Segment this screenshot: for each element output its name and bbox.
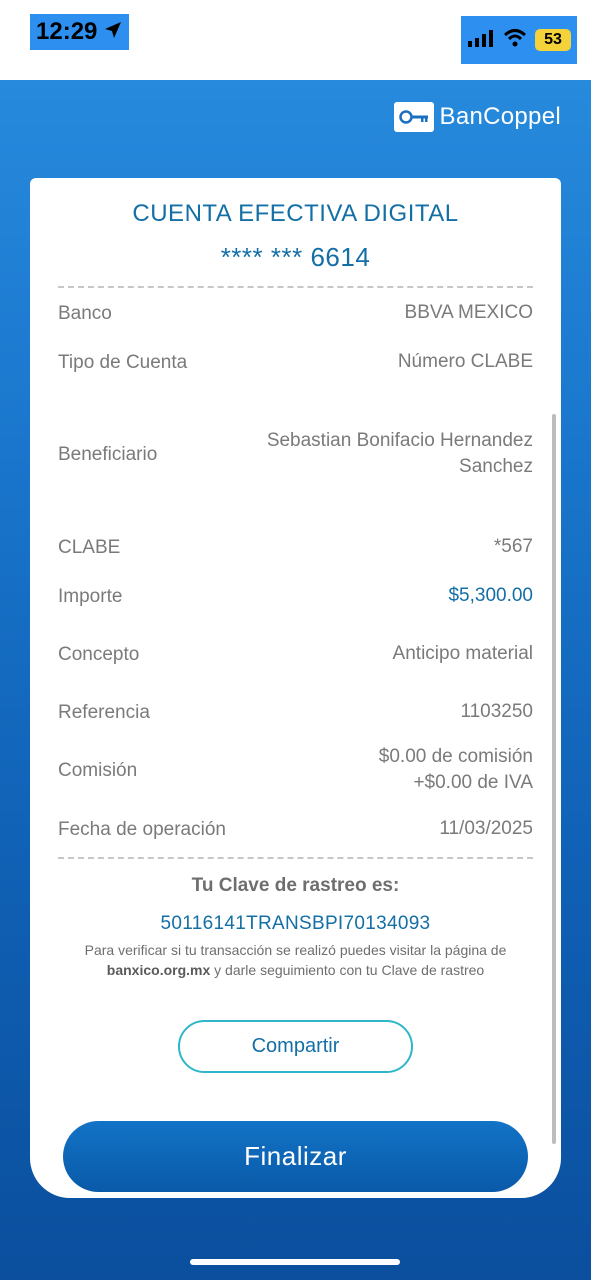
divider-bottom xyxy=(58,857,533,859)
account-type-title: CUENTA EFECTIVA DIGITAL xyxy=(132,200,459,227)
concept-label: Concepto xyxy=(58,644,140,665)
location-arrow-icon xyxy=(103,20,123,45)
brand-name: BanCoppel xyxy=(439,103,561,130)
account-type-label: Tipo de Cuenta xyxy=(58,352,188,373)
status-time: 12:29 xyxy=(36,18,98,45)
beneficiary-label: Beneficiario xyxy=(58,444,158,465)
bank-value: BBVA MEXICO xyxy=(404,302,533,323)
amount-value: $5,300.00 xyxy=(448,585,533,606)
key-icon xyxy=(393,102,434,132)
amount-label: Importe xyxy=(58,586,123,607)
bancoppel-logo: BanCoppel xyxy=(393,100,561,134)
beneficiary-value-line1: Sebastian Bonifacio Hernandez xyxy=(266,430,533,451)
commission-value-line1: $0.00 de comisión xyxy=(378,746,533,767)
bank-label: Banco xyxy=(58,303,112,324)
banxico-link[interactable]: banxico.org.mx xyxy=(107,962,210,978)
receipt-card: CUENTA EFECTIVA DIGITAL **** *** 6614 Ba… xyxy=(30,178,561,1198)
clabe-label: CLABE xyxy=(58,537,121,558)
verify-text-part2: y darle seguimiento con tu Clave de rast… xyxy=(210,962,485,978)
scrollbar[interactable] xyxy=(552,414,556,1144)
operation-date-value: 11/03/2025 xyxy=(439,818,533,839)
tracking-key-title: Tu Clave de rastreo es: xyxy=(191,875,400,896)
verify-text-part1: Para verificar si tu transacción se real… xyxy=(84,942,507,958)
battery-indicator: 53 xyxy=(535,29,571,51)
status-bar: 12:29 53 xyxy=(0,0,591,80)
share-button[interactable]: Compartir xyxy=(178,1020,413,1073)
beneficiary-value: Sebastian Bonifacio Hernandez Sanchez xyxy=(267,428,533,480)
wifi-icon xyxy=(503,28,527,53)
beneficiary-value-line2: Sanchez xyxy=(459,456,533,477)
verify-instructions: Para verificar si tu transacción se real… xyxy=(48,940,543,980)
reference-value: 1103250 xyxy=(460,701,533,722)
account-type-value: Número CLABE xyxy=(397,351,533,372)
divider-top xyxy=(58,286,533,288)
status-indicators: 53 xyxy=(461,16,577,64)
cellular-signal-icon xyxy=(467,28,495,53)
concept-value: Anticipo material xyxy=(392,643,533,664)
commission-label: Comisión xyxy=(58,760,138,781)
status-time-group: 12:29 xyxy=(30,14,130,50)
home-indicator[interactable] xyxy=(190,1259,400,1265)
commission-value-line2: +$0.00 de IVA xyxy=(413,772,533,793)
operation-date-label: Fecha de operación xyxy=(58,819,226,840)
reference-label: Referencia xyxy=(58,702,150,723)
clabe-value: *567 xyxy=(493,536,533,557)
account-number: **** *** 6614 xyxy=(220,242,371,272)
commission-value: $0.00 de comisión +$0.00 de IVA xyxy=(379,744,533,796)
finish-button[interactable]: Finalizar xyxy=(63,1121,528,1192)
tracking-key-code: 50116141TRANSBPI70134093 xyxy=(160,913,431,934)
